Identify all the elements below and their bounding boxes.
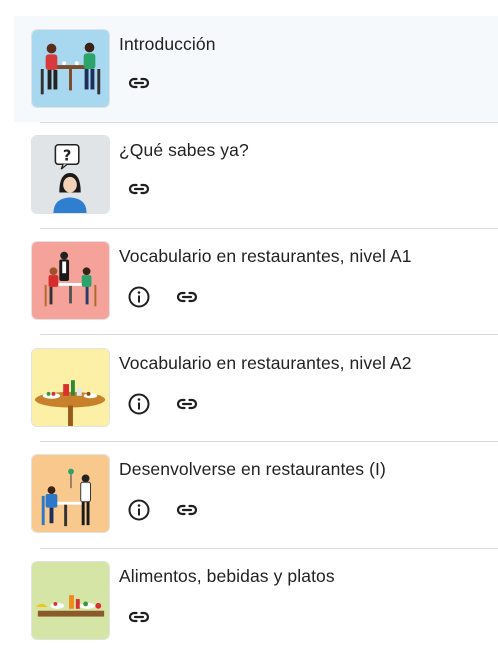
link-button[interactable] bbox=[126, 604, 152, 630]
thumbnail-vocabulario-a2[interactable] bbox=[31, 348, 110, 427]
link-button[interactable] bbox=[174, 284, 200, 310]
item-title[interactable]: Introducción bbox=[119, 33, 216, 55]
thumbnail-desenvolverse[interactable] bbox=[31, 454, 110, 533]
link-icon bbox=[176, 504, 198, 516]
link-button[interactable] bbox=[174, 391, 200, 417]
link-icon bbox=[176, 291, 198, 303]
svg-text:?: ? bbox=[63, 147, 71, 164]
link-icon bbox=[176, 398, 198, 410]
link-button[interactable] bbox=[174, 497, 200, 523]
divider bbox=[40, 228, 498, 229]
waiter-table-illustration bbox=[32, 242, 109, 319]
thumbnail-alimentos[interactable] bbox=[31, 561, 110, 640]
divider bbox=[40, 122, 498, 123]
food-tray-illustration bbox=[32, 562, 109, 639]
link-icon bbox=[128, 77, 150, 89]
info-icon bbox=[128, 286, 150, 308]
item-title[interactable]: Vocabulario en restaurantes, nivel A1 bbox=[119, 245, 412, 267]
info-button[interactable] bbox=[126, 284, 152, 310]
item-title[interactable]: Vocabulario en restaurantes, nivel A2 bbox=[119, 352, 412, 374]
info-button[interactable] bbox=[126, 497, 152, 523]
link-icon bbox=[128, 611, 150, 623]
table-drinks-illustration bbox=[32, 349, 109, 426]
link-button[interactable] bbox=[126, 176, 152, 202]
thumbnail-que-sabes-ya[interactable]: ? bbox=[31, 135, 110, 214]
divider bbox=[40, 441, 498, 442]
item-title[interactable]: Alimentos, bebidas y platos bbox=[119, 565, 335, 587]
info-button[interactable] bbox=[126, 391, 152, 417]
item-title[interactable]: ¿Qué sabes ya? bbox=[119, 139, 249, 161]
activity-list: Introducción ? ¿Qué sabes ya? Vocabulari… bbox=[0, 0, 498, 649]
divider bbox=[40, 334, 498, 335]
link-icon bbox=[128, 183, 150, 195]
info-icon bbox=[128, 499, 150, 521]
thumbnail-introduccion[interactable] bbox=[31, 29, 110, 108]
info-icon bbox=[128, 393, 150, 415]
restaurant-couple-illustration bbox=[32, 30, 109, 107]
waiter-serving-illustration bbox=[32, 455, 109, 532]
thumbnail-vocabulario-a1[interactable] bbox=[31, 241, 110, 320]
question-person-illustration: ? bbox=[32, 136, 109, 213]
divider bbox=[40, 548, 498, 549]
item-title[interactable]: Desenvolverse en restaurantes (I) bbox=[119, 458, 386, 480]
link-button[interactable] bbox=[126, 70, 152, 96]
